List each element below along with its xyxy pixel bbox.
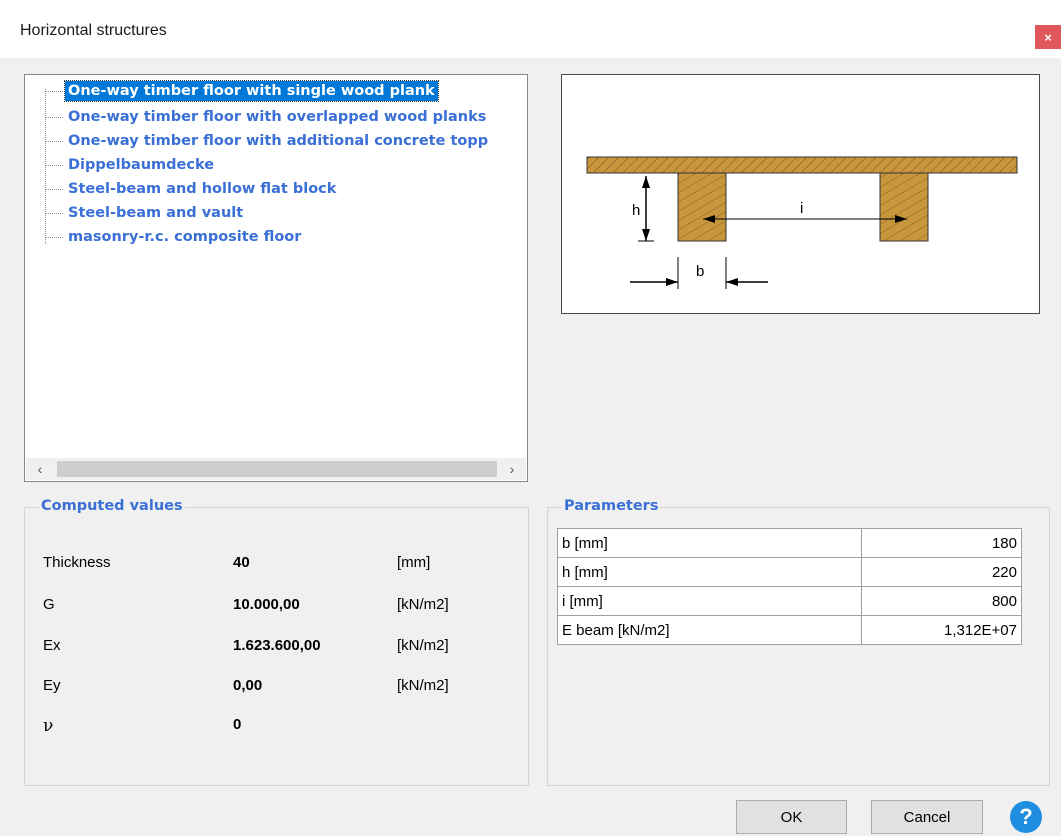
cancel-button[interactable]: Cancel <box>871 800 983 834</box>
scroll-left-icon[interactable]: ‹ <box>26 458 54 480</box>
tree-item-additional-concrete[interactable]: One-way timber floor with additional con… <box>33 130 523 152</box>
scrollbar-thumb[interactable] <box>57 461 497 477</box>
computed-row-nu: ν 0 <box>43 716 242 736</box>
wood-plank <box>586 156 1018 174</box>
param-row-b: b [mm] 180 <box>557 528 1022 558</box>
structure-type-tree[interactable]: One-way timber floor with single wood pl… <box>24 74 528 482</box>
tree-item-label: One-way timber floor with overlapped woo… <box>68 109 487 125</box>
tree-item-steel-beam-vault[interactable]: Steel-beam and vault <box>33 202 523 224</box>
wood-beam-left <box>677 172 727 242</box>
ok-button[interactable]: OK <box>736 800 847 834</box>
parameters-table: b [mm] 180 h [mm] 220 i [mm] 800 E beam … <box>557 528 1022 645</box>
computed-row-ex: Ex 1.623.600,00 [kN/m2] <box>43 637 449 654</box>
param-row-h: h [mm] 220 <box>557 557 1022 587</box>
computed-row-ey: Ey 0,00 [kN/m2] <box>43 677 449 694</box>
help-icon[interactable]: ? <box>1010 801 1042 833</box>
param-name: b [mm] <box>557 528 862 558</box>
scroll-right-icon[interactable]: › <box>498 458 526 480</box>
tree-item-label: masonry-r.c. composite floor <box>68 229 302 245</box>
structure-preview: h i b <box>561 74 1040 314</box>
computed-values-title: Computed values <box>39 498 185 514</box>
title-bar: Horizontal structures × <box>0 0 1061 58</box>
tree-item-masonry-composite[interactable]: masonry-r.c. composite floor <box>33 226 523 248</box>
wood-beam-right <box>879 172 929 242</box>
param-value-i[interactable]: 800 <box>861 586 1022 616</box>
param-name: i [mm] <box>557 586 862 616</box>
parameters-title: Parameters <box>562 498 661 514</box>
tree-item-label: One-way timber floor with single wood pl… <box>64 80 439 102</box>
height-label: h <box>632 202 640 219</box>
computed-values-group: Computed values Thickness 40 [mm] G 10.0… <box>24 498 529 786</box>
param-row-e-beam: E beam [kN/m2] 1,312E+07 <box>557 615 1022 645</box>
tree-item-label: Steel-beam and hollow flat block <box>68 181 337 197</box>
param-value-b[interactable]: 180 <box>861 528 1022 558</box>
param-value-e-beam[interactable]: 1,312E+07 <box>861 615 1022 645</box>
computed-row-g: G 10.000,00 [kN/m2] <box>43 596 449 613</box>
close-icon: × <box>1044 29 1052 45</box>
tree-item-label: One-way timber floor with additional con… <box>68 133 489 149</box>
param-name: E beam [kN/m2] <box>557 615 862 645</box>
close-button[interactable]: × <box>1035 25 1061 49</box>
tree-item-label: Steel-beam and vault <box>68 205 244 221</box>
floor-section-diagram: h i b <box>586 156 1018 289</box>
tree-item-steel-beam-hollow-block[interactable]: Steel-beam and hollow flat block <box>33 178 523 200</box>
param-value-h[interactable]: 220 <box>861 557 1022 587</box>
width-label: b <box>696 263 704 280</box>
window-title: Horizontal structures <box>20 22 167 39</box>
tree-item-single-wood-plank[interactable]: One-way timber floor with single wood pl… <box>33 80 523 102</box>
tree-item-overlapped-wood-planks[interactable]: One-way timber floor with overlapped woo… <box>33 106 523 128</box>
computed-row-thickness: Thickness 40 [mm] <box>43 554 431 571</box>
param-name: h [mm] <box>557 557 862 587</box>
tree-item-dippelbaumdecke[interactable]: Dippelbaumdecke <box>33 154 523 176</box>
param-row-i: i [mm] 800 <box>557 586 1022 616</box>
spacing-label: i <box>800 200 803 217</box>
horizontal-scrollbar[interactable]: ‹ › <box>26 458 526 480</box>
tree-item-label: Dippelbaumdecke <box>68 157 215 173</box>
